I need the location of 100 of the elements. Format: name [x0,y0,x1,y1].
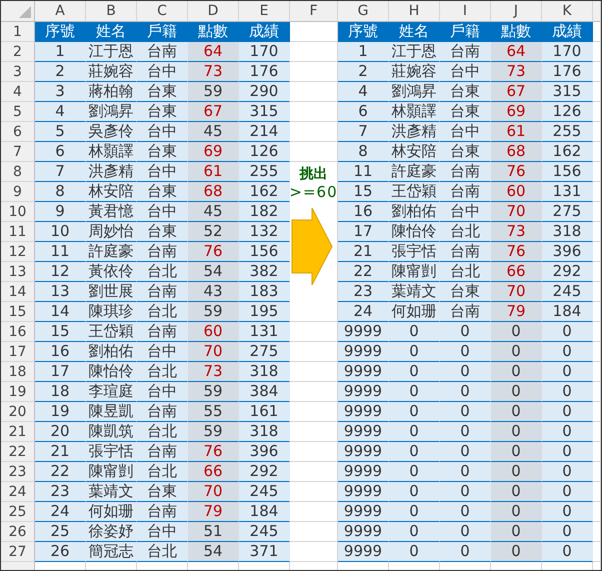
column-header[interactable]: G [338,1,389,22]
row-header[interactable]: 11 [1,222,35,242]
table-cell: 何如珊 [389,302,440,322]
row-header[interactable]: 6 [1,122,35,142]
table-cell: 21 [35,442,86,462]
table-cell: 0 [440,322,491,342]
table-cell: 劉鴻昇 [86,102,137,122]
table-cell: 60 [188,322,239,342]
table-cell: 黃君憶 [86,202,137,222]
row-header[interactable]: 2 [1,42,35,62]
row-header[interactable]: 26 [1,522,35,542]
row-header[interactable]: 5 [1,102,35,122]
row-header[interactable]: 9 [1,182,35,202]
row-header[interactable]: 10 [1,202,35,222]
row-header[interactable]: 17 [1,342,35,362]
column-header[interactable]: B [86,1,137,22]
column-header[interactable]: E [239,1,290,22]
column-header[interactable]: C [137,1,188,22]
row-header[interactable]: 20 [1,402,35,422]
row-header[interactable]: 19 [1,382,35,402]
table-cell: 0 [491,542,542,562]
table-cell: 簡冠志 [86,542,137,562]
row-header[interactable]: 24 [1,482,35,502]
table-cell: 15 [338,182,389,202]
column-header[interactable]: A [35,1,86,22]
table-cell: 43 [188,282,239,302]
right-arrow-icon [290,207,332,286]
table-cell: 382 [239,262,290,282]
table-cell: 周妙怡 [86,222,137,242]
table-cell: 台東 [137,482,188,502]
column-header[interactable]: I [440,1,491,22]
table-cell: 8 [338,142,389,162]
table-cell: 396 [542,242,593,262]
table-cell: 0 [440,522,491,542]
column-header[interactable]: F [290,1,338,22]
table-cell: 67 [188,102,239,122]
table-cell: 6 [338,102,389,122]
table-cell: 68 [491,142,542,162]
table-cell: 12 [35,262,86,282]
table-cell: 劉柏佑 [389,202,440,222]
table-cell: 17 [338,222,389,242]
table-cell: 0 [440,422,491,442]
table-header: 姓名 [86,22,137,42]
row-header[interactable]: 25 [1,502,35,522]
table-cell: 0 [542,442,593,462]
table-cell: 70 [491,202,542,222]
row-header[interactable]: 1 [1,22,35,42]
row-header[interactable]: 16 [1,322,35,342]
table-cell: 255 [239,162,290,182]
row-header[interactable]: 15 [1,302,35,322]
table-cell: 69 [491,102,542,122]
table-cell: 陳凱筑 [86,422,137,442]
table-header: 點數 [491,22,542,42]
table-cell: 76 [188,442,239,462]
table-cell: 洪彥精 [389,122,440,142]
table-cell: 70 [491,282,542,302]
table-cell: 132 [239,222,290,242]
row-header[interactable]: 12 [1,242,35,262]
table-cell: 255 [542,122,593,142]
row-header[interactable]: 27 [1,542,35,562]
column-header[interactable]: D [188,1,239,22]
table-cell: 0 [440,382,491,402]
table-cell: 許庭豪 [389,162,440,182]
row-header[interactable]: 3 [1,62,35,82]
table-cell: 69 [188,142,239,162]
table-cell: 0 [440,462,491,482]
table-cell: 台中 [137,162,188,182]
table-cell: 台北 [137,262,188,282]
table-cell: 2 [338,62,389,82]
table-cell: 24 [35,502,86,522]
table-cell: 26 [35,542,86,562]
column-header[interactable]: H [389,1,440,22]
table-cell: 61 [491,122,542,142]
row-header[interactable]: 7 [1,142,35,162]
row-header[interactable]: 18 [1,362,35,382]
table-cell: 陳甯剴 [86,462,137,482]
row-header[interactable]: 13 [1,262,35,282]
table-cell: 214 [239,122,290,142]
row-header[interactable]: 14 [1,282,35,302]
row-header[interactable]: 4 [1,82,35,102]
table-cell: 0 [389,402,440,422]
table-cell: 莊婉容 [86,62,137,82]
table-cell: 14 [35,302,86,322]
column-header[interactable]: K [542,1,593,22]
table-cell: 315 [542,82,593,102]
select-all-icon[interactable] [19,6,31,18]
row-header[interactable]: 23 [1,462,35,482]
table-cell: 0 [542,342,593,362]
row-header[interactable]: 8 [1,162,35,182]
table-cell: 9999 [338,542,389,562]
table-cell: 台北 [440,262,491,282]
table-cell: 16 [35,342,86,362]
table-cell: 290 [239,82,290,102]
row-header[interactable]: 22 [1,442,35,462]
table-cell: 陳甯剴 [389,262,440,282]
row-header[interactable]: 21 [1,422,35,442]
table-cell: 0 [491,322,542,342]
table-cell: 24 [338,302,389,322]
table-cell: 184 [239,502,290,522]
column-header[interactable]: J [491,1,542,22]
